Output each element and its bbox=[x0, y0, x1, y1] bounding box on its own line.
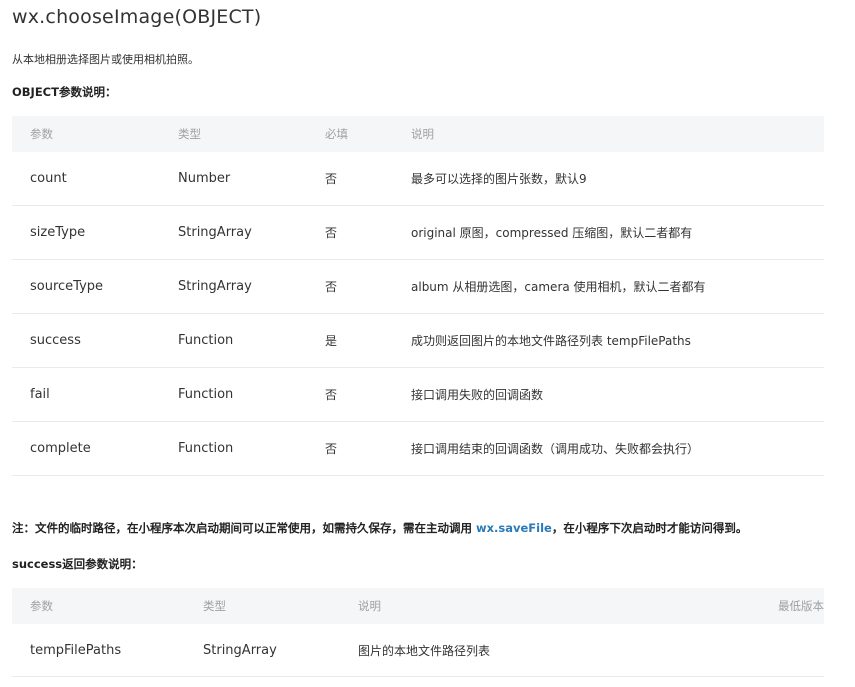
param-type: StringArray bbox=[185, 624, 340, 677]
header-description: 说明 bbox=[340, 588, 734, 624]
param-required: 否 bbox=[307, 367, 393, 422]
header-type: 类型 bbox=[160, 116, 307, 152]
param-type: Function bbox=[160, 421, 307, 476]
param-required: 是 bbox=[307, 313, 393, 368]
param-name: tempFilePaths bbox=[12, 624, 185, 677]
param-type: Number bbox=[160, 152, 307, 206]
param-required: 否 bbox=[307, 259, 393, 314]
header-description: 说明 bbox=[393, 116, 824, 152]
params-table-header: 参数 类型 必填 说明 bbox=[12, 116, 824, 152]
param-name: count bbox=[12, 152, 160, 206]
param-description: 成功则返回图片的本地文件路径列表 tempFilePaths bbox=[393, 313, 824, 368]
success-params-table: 参数 类型 说明 最低版本 tempFilePaths StringArray … bbox=[12, 588, 824, 677]
param-description: 最多可以选择的图片张数，默认9 bbox=[393, 152, 824, 206]
param-required: 否 bbox=[307, 421, 393, 476]
param-name: sizeType bbox=[12, 205, 160, 260]
note-text-after: ，在小程序下次启动时才能访问得到。 bbox=[551, 521, 748, 535]
page-title: wx.chooseImage(OBJECT) bbox=[12, 6, 262, 28]
table-row: fail Function 否 接口调用失败的回调函数 bbox=[12, 367, 824, 422]
param-name: success bbox=[12, 313, 160, 368]
table-row: sizeType StringArray 否 original 原图，compr… bbox=[12, 205, 824, 260]
param-type: Function bbox=[160, 313, 307, 368]
param-description: original 原图，compressed 压缩图，默认二者都有 bbox=[393, 205, 824, 260]
param-type: StringArray bbox=[160, 205, 307, 260]
param-description: 接口调用结束的回调函数（调用成功、失败都会执行） bbox=[393, 421, 824, 476]
param-required: 否 bbox=[307, 205, 393, 260]
param-min-version bbox=[734, 624, 824, 677]
save-file-link[interactable]: wx.saveFile bbox=[476, 521, 552, 535]
table-row: tempFilePaths StringArray 图片的本地文件路径列表 bbox=[12, 624, 824, 677]
param-name: complete bbox=[12, 421, 160, 476]
params-table: 参数 类型 必填 说明 count Number 否 最多可以选择的图片张数，默… bbox=[12, 116, 824, 476]
header-min-version: 最低版本 bbox=[734, 588, 824, 624]
header-required: 必填 bbox=[307, 116, 393, 152]
header-param: 参数 bbox=[12, 588, 185, 624]
param-type: StringArray bbox=[160, 259, 307, 314]
header-param: 参数 bbox=[12, 116, 160, 152]
temp-path-note: 注：文件的临时路径，在小程序本次启动期间可以正常使用，如需持久保存，需在主动调用… bbox=[12, 520, 747, 536]
success-table-header: 参数 类型 说明 最低版本 bbox=[12, 588, 824, 624]
param-required: 否 bbox=[307, 152, 393, 206]
param-description: album 从相册选图，camera 使用相机，默认二者都有 bbox=[393, 259, 824, 314]
param-type: Function bbox=[160, 367, 307, 422]
table-row: count Number 否 最多可以选择的图片张数，默认9 bbox=[12, 152, 824, 206]
table-row: success Function 是 成功则返回图片的本地文件路径列表 temp… bbox=[12, 313, 824, 368]
param-name: sourceType bbox=[12, 259, 160, 314]
api-description: 从本地相册选择图片或使用相机拍照。 bbox=[12, 53, 199, 66]
params-heading: OBJECT参数说明： bbox=[12, 85, 117, 99]
success-heading: success返回参数说明： bbox=[12, 557, 143, 571]
note-text-before: 注：文件的临时路径，在小程序本次启动期间可以正常使用，如需持久保存，需在主动调用 bbox=[12, 521, 476, 535]
table-row: complete Function 否 接口调用结束的回调函数（调用成功、失败都… bbox=[12, 421, 824, 476]
header-type: 类型 bbox=[185, 588, 340, 624]
doc-page: wx.chooseImage(OBJECT) 从本地相册选择图片或使用相机拍照。… bbox=[0, 0, 855, 687]
param-description: 图片的本地文件路径列表 bbox=[340, 624, 734, 677]
table-row: sourceType StringArray 否 album 从相册选图，cam… bbox=[12, 259, 824, 314]
param-description: 接口调用失败的回调函数 bbox=[393, 367, 824, 422]
param-name: fail bbox=[12, 367, 160, 422]
